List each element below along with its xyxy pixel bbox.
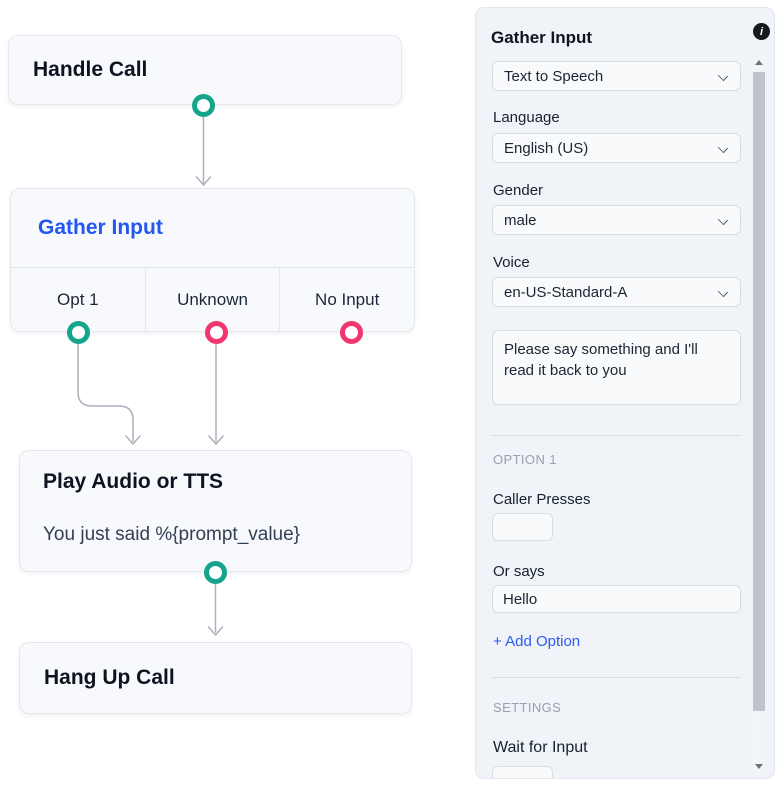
divider [492,435,741,436]
port-no-input-out[interactable] [340,321,363,344]
gender-select[interactable]: male [492,205,741,235]
caller-presses-label: Caller Presses [493,491,591,509]
language-label: Language [493,109,560,127]
or-says-label: Or says [493,563,545,581]
port-handle-call-out[interactable] [192,94,215,117]
app-window: Handle Call Gather Input Opt 1 Unknown N… [0,0,782,792]
info-icon[interactable]: i [753,23,770,40]
select-value: Text to Speech [504,68,603,85]
node-title: Hang Up Call [44,666,175,690]
tts-mode-select[interactable]: Text to Speech [492,61,741,91]
scroll-down-button[interactable] [752,757,766,775]
node-hang-up[interactable]: Hang Up Call [19,642,412,714]
scrollbar-thumb[interactable] [753,72,765,711]
select-value: English (US) [504,140,588,157]
node-title: Handle Call [33,58,147,82]
chevron-down-icon [718,143,728,153]
language-select[interactable]: English (US) [492,133,741,163]
scroll-up-button[interactable] [752,53,766,71]
arrowhead-icon [126,436,140,444]
properties-panel: Gather Input i Text to Speech Language E… [475,7,775,779]
chevron-down-icon [718,215,728,225]
prompt-textarea[interactable]: Please say something and I'll read it ba… [492,330,741,405]
node-title: Play Audio or TTS [43,467,388,497]
port-label: Opt 1 [57,290,99,310]
chevron-down-icon [718,71,728,81]
port-play-audio-out[interactable] [204,561,227,584]
node-title: Gather Input [38,216,163,240]
connector-opt1-to-play [78,344,133,442]
caller-presses-input[interactable] [492,513,553,541]
wait-for-input-label: Wait for Input [493,739,588,757]
chevron-up-icon [755,60,763,65]
voice-label: Voice [493,254,530,272]
arrowhead-icon [209,436,223,444]
chevron-down-icon [755,764,763,769]
arrowhead-icon [209,627,223,635]
select-value: male [504,212,537,229]
divider [492,677,741,678]
add-option-link[interactable]: + Add Option [493,633,580,650]
node-subtitle: You just said %{prompt_value} [43,521,388,549]
wait-for-input-input[interactable] [492,766,553,779]
port-label: Unknown [177,290,248,310]
node-gather-input[interactable]: Gather Input Opt 1 Unknown No Input [10,188,415,332]
settings-heading: SETTINGS [493,700,561,715]
port-opt1-out[interactable] [67,321,90,344]
port-label: No Input [315,290,379,310]
select-value: en-US-Standard-A [504,284,627,301]
arrowhead-icon [197,177,211,185]
panel-scrollbar[interactable] [752,53,766,775]
node-header: Gather Input [11,189,414,267]
chevron-down-icon [718,287,728,297]
voice-select[interactable]: en-US-Standard-A [492,277,741,307]
node-play-audio[interactable]: Play Audio or TTS You just said %{prompt… [19,450,412,572]
option1-heading: OPTION 1 [493,452,557,467]
or-says-input[interactable] [492,585,741,613]
panel-title: Gather Input [491,28,592,48]
gender-label: Gender [493,182,543,200]
port-unknown-out[interactable] [205,321,228,344]
